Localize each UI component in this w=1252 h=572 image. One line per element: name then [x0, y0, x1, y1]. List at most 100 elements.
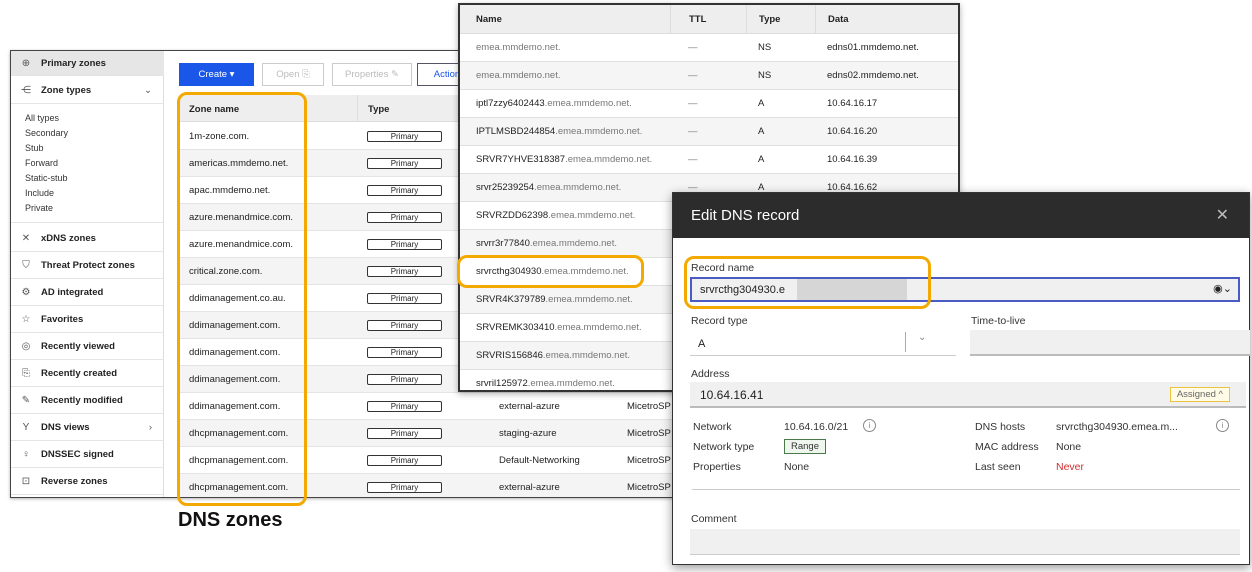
network-label: Network [693, 421, 732, 433]
dialog-title: Edit DNS record [691, 207, 800, 224]
record-type: NS [758, 70, 772, 81]
record-host: srvril125972 [476, 378, 528, 389]
sidebar-item-reverse-zones[interactable]: ⊡ Reverse zones [11, 468, 164, 495]
record-data: 10.64.16.39 [827, 154, 878, 165]
zone-view: Default-Networking [499, 454, 580, 466]
sidebar-item-recently-created[interactable]: ⎘ Recently created [11, 360, 164, 387]
address-label: Address [691, 368, 730, 380]
close-icon[interactable]: ✕ [1216, 205, 1229, 225]
dns-hosts-value: srvrcthg304930.emea.m... [1056, 421, 1178, 433]
record-row[interactable]: emea.mmdemo.net. — NS edns02.mmdemo.net. [460, 62, 958, 90]
info-icon[interactable]: i [1216, 419, 1229, 432]
record-zone: .emea.mmdemo.net. [555, 126, 643, 137]
record-data: edns01.mmdemo.net. [827, 42, 919, 53]
create-button[interactable]: Create ▾ [179, 63, 254, 86]
record-host: srvrr3r77840 [476, 238, 530, 249]
dialog-title-bar: Edit DNS record ✕ [673, 193, 1249, 238]
record-zone: .emea.mmdemo.net. [548, 210, 636, 221]
zone-types-list [11, 103, 164, 223]
address-input[interactable]: 10.64.16.41 Assigned ^ [690, 382, 1246, 408]
comment-input[interactable] [690, 529, 1240, 555]
record-type: A [758, 98, 765, 109]
recently-created-icon: ⎘ [22, 367, 30, 379]
sidebar-item-xdns-zones[interactable]: ✕ xDNS zones [11, 225, 164, 252]
record-row[interactable]: emea.mmdemo.net. — NS edns01.mmdemo.net. [460, 34, 958, 62]
record-row[interactable]: iptl7zzy6402443.emea.mmdemo.net. — A 10.64.… [460, 90, 958, 118]
col-name[interactable]: Name [476, 14, 502, 25]
chevron-down-icon: ⌄ [144, 84, 152, 96]
record-type: A [758, 154, 765, 165]
sidebar-item-ad-integrated[interactable]: ⚙ AD integrated [11, 279, 164, 306]
record-row[interactable]: IPTLMSBD244854.emea.mmdemo.net. — A 10.64.1… [460, 118, 958, 146]
zone-server: MicetroSP [627, 400, 671, 412]
sidebar-item-primary-zones[interactable]: ⊕ Primary zones [11, 51, 164, 76]
record-ttl: — [688, 70, 698, 81]
type-badge: Primary [367, 427, 442, 439]
col-type[interactable]: Type [746, 5, 780, 34]
network-type-badge[interactable]: Range [784, 439, 826, 454]
record-ttl: — [688, 42, 698, 53]
record-data: 10.64.16.17 [827, 98, 878, 109]
open-button[interactable]: Open ⎘ [262, 63, 324, 86]
record-zone: emea.mmdemo.net. [476, 70, 561, 81]
reverse-zones-icon: ⊡ [21, 475, 31, 487]
record-type-select[interactable]: A ⌄ [690, 330, 956, 356]
record-host: IPTLMSBD244854 [476, 126, 556, 137]
recently-viewed-icon: ◎ [21, 340, 31, 352]
type-badge: Primary [367, 481, 442, 493]
record-zone: .emea.mmdemo.net. [544, 98, 632, 109]
sidebar-item-dns-views[interactable]: Y DNS views › [11, 414, 164, 441]
dns-views-icon: Y [22, 421, 30, 433]
sidebar-item-threat-protect-zones[interactable]: ⛉ Threat Protect zones [11, 252, 164, 279]
record-zone: emea.mmdemo.net. [476, 42, 561, 53]
mac-address-label: MAC address [975, 441, 1039, 453]
threat-protect-zones-icon: ⛉ [22, 259, 30, 271]
type-badge: Primary [367, 454, 442, 466]
info-icon[interactable]: i [863, 419, 876, 432]
zone-view: external-azure [499, 481, 560, 493]
type-badge: Primary [367, 130, 442, 142]
tree-icon: ⋲ [21, 84, 31, 96]
type-badge: Primary [367, 184, 442, 196]
record-ttl: — [688, 154, 698, 165]
col-type[interactable]: Type [357, 95, 389, 122]
sidebar-item-zone-types[interactable]: ⋲ Zone types ⌄ [11, 77, 164, 104]
last-seen-label: Last seen [975, 461, 1021, 473]
zone-view: staging-azure [499, 427, 557, 439]
zone-name-highlight [177, 92, 307, 506]
record-host: iptl7zzy6402443 [476, 98, 545, 109]
properties-value: None [784, 461, 810, 473]
ad-integrated-icon: ⚙ [21, 286, 31, 298]
sidebar-item-recently-viewed[interactable]: ◎ Recently viewed [11, 333, 164, 360]
record-zone: .emea.mmdemo.net. [565, 154, 653, 165]
record-zone: .emea.mmdemo.net. [534, 182, 622, 193]
record-zone: .emea.mmdemo.net. [542, 350, 631, 361]
assigned-badge[interactable]: Assigned ^ [1169, 387, 1230, 402]
recently-modified-icon: ✎ [21, 394, 31, 406]
chevron-right-icon: › [148, 421, 152, 433]
record-highlight [457, 255, 644, 288]
zone-server: MicetroSP [627, 427, 671, 439]
record-zone: .emea.mmdemo.net. [529, 238, 617, 249]
type-badge: Primary [367, 265, 442, 277]
properties-label: Properties [693, 461, 741, 473]
divider [692, 489, 1240, 490]
ttl-input[interactable] [970, 330, 1250, 356]
sidebar: ⊕ Primary zones ⋲ Zone types ⌄ All types Sec… [11, 51, 164, 497]
sidebar-item-recently-modified[interactable]: ✎ Recently modified [11, 387, 164, 414]
record-data: 10.64.16.20 [827, 126, 878, 137]
col-ttl[interactable]: TTL [670, 5, 706, 34]
record-row[interactable]: SRVR7YHVE318387.emea.mmdemo.net. — A 10.64.… [460, 146, 958, 174]
properties-button[interactable]: Properties ✎ [332, 63, 412, 86]
record-type-label: Record type [691, 315, 748, 327]
favorites-icon: ☆ [21, 313, 31, 325]
xdns-zones-icon: ✕ [21, 232, 31, 244]
record-type: A [758, 126, 765, 137]
sidebar-item-favorites[interactable]: ☆ Favorites [11, 306, 164, 333]
col-data[interactable]: Data [815, 5, 849, 34]
sidebar-item-dnssec-signed[interactable]: ♀ DNSSEC signed [11, 441, 164, 468]
type-badge: Primary [367, 211, 442, 223]
user-dropdown-icon[interactable]: ◉⌄ [1213, 282, 1232, 295]
type-badge: Primary [367, 292, 442, 304]
caption-dns-zones: DNS zones [178, 509, 283, 531]
